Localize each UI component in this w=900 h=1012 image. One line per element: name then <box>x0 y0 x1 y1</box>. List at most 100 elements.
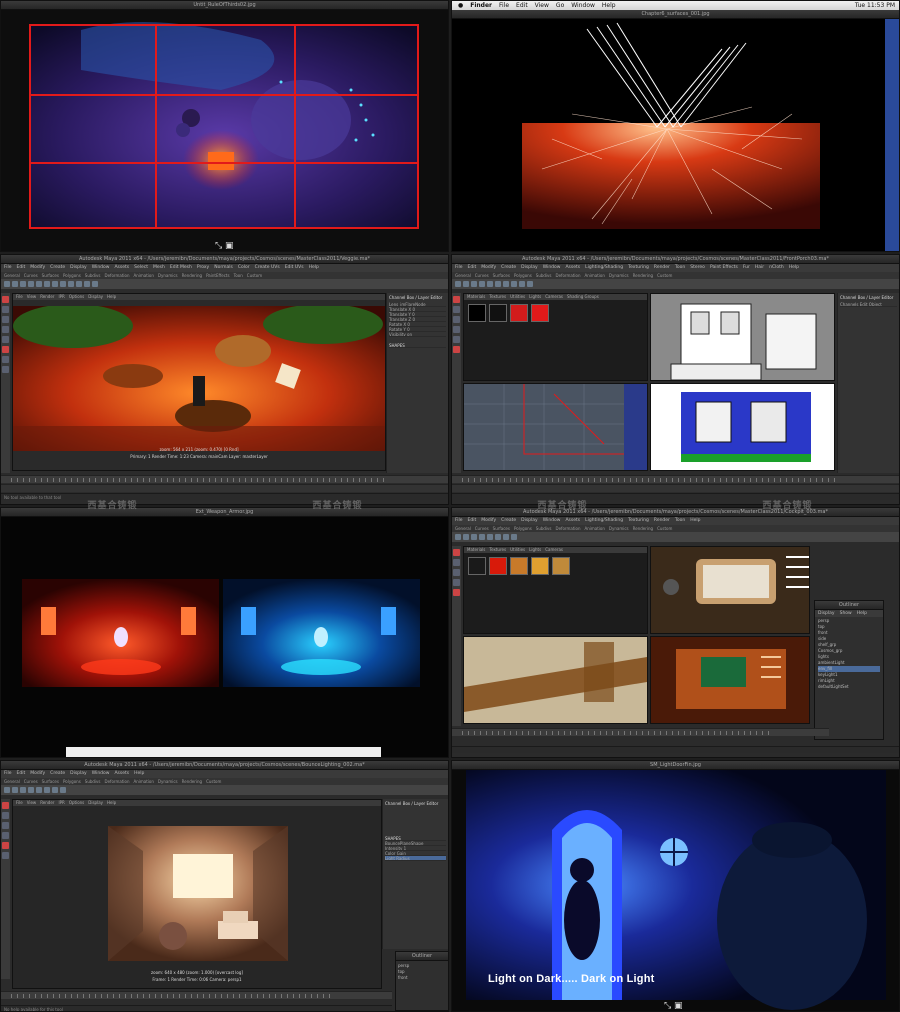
viewport-cockpit-render[interactable] <box>650 546 810 634</box>
menu-help[interactable]: Help <box>602 1 616 10</box>
menu-assets[interactable]: Assets <box>565 264 580 272</box>
time-slider[interactable] <box>452 728 829 736</box>
menu-create[interactable]: Create <box>501 264 516 272</box>
render-view[interactable]: File View Render IPR Options Display Help zoom… <box>12 799 382 989</box>
shelf-tool-icon[interactable] <box>44 787 50 793</box>
menu-go[interactable]: Go <box>556 1 564 10</box>
menu-window[interactable]: Window <box>543 264 561 272</box>
shelf-tool-icon[interactable] <box>479 281 485 287</box>
shelf-tool-icon[interactable] <box>20 787 26 793</box>
shelf-tool-icon[interactable] <box>68 281 74 287</box>
menu-lighting-shading[interactable]: Lighting/Shading <box>585 264 623 272</box>
menu-help[interactable]: Help <box>789 264 799 272</box>
rotate-tool-icon[interactable] <box>2 326 9 333</box>
menu-help[interactable]: Help <box>309 264 319 272</box>
shelf-tool-icon[interactable] <box>52 787 58 793</box>
shelf-tool-icon[interactable] <box>12 281 18 287</box>
menu-texturing[interactable]: Texturing <box>628 264 649 272</box>
hs-tab-textures[interactable]: Textures <box>489 294 506 300</box>
select-tool-icon[interactable] <box>2 296 9 303</box>
menu-fur[interactable]: Fur <box>743 264 750 272</box>
shelf-tool-icon[interactable] <box>28 281 34 287</box>
channel-row[interactable]: Visibility on <box>389 332 446 337</box>
hs-tab-textures[interactable]: Textures <box>489 547 506 553</box>
viewport-porch-render[interactable] <box>650 383 835 471</box>
menu-paint-effects[interactable]: Paint Effects <box>710 264 738 272</box>
outliner-menu-show[interactable]: Show <box>840 610 852 617</box>
rotate-tool-icon[interactable] <box>453 326 460 333</box>
menu-edit[interactable]: Edit <box>468 264 477 272</box>
select-tool-icon[interactable] <box>2 802 9 809</box>
outliner-item[interactable]: defaultLightSet <box>818 684 880 690</box>
scale-tool-icon[interactable] <box>453 579 460 586</box>
menu-render[interactable]: Render <box>654 264 670 272</box>
command-line[interactable] <box>452 746 899 753</box>
lasso-tool-icon[interactable] <box>453 306 460 313</box>
shelf-tool-icon[interactable] <box>503 534 509 540</box>
viewport-graph[interactable] <box>463 383 648 471</box>
outliner-menu-help[interactable]: Help <box>857 610 867 617</box>
material-swatch[interactable] <box>489 304 507 322</box>
outliner-item[interactable]: front <box>398 975 446 981</box>
hs-tab-lights[interactable]: Lights <box>529 294 541 300</box>
shelf-tool-icon[interactable] <box>20 281 26 287</box>
shelf-tool-icon[interactable] <box>463 534 469 540</box>
material-swatch[interactable] <box>468 304 486 322</box>
menu-select[interactable]: Select <box>134 264 148 272</box>
shelf-tool-icon[interactable] <box>455 281 461 287</box>
shelf-tool-icon[interactable] <box>527 281 533 287</box>
channel-row[interactable]: Light Radius <box>385 856 446 861</box>
time-slider[interactable] <box>1 475 448 483</box>
apple-icon[interactable]: ● <box>458 1 463 10</box>
shelf-tab-polygons[interactable]: Polygons <box>63 272 81 279</box>
time-slider[interactable] <box>452 475 899 483</box>
select-tool-icon[interactable] <box>453 296 460 303</box>
render-view[interactable]: File View Render IPR Options Display Help zoom… <box>12 293 386 471</box>
menu-display[interactable]: Display <box>521 264 538 272</box>
menu-assets[interactable]: Assets <box>114 264 129 272</box>
shelf-tool-icon[interactable] <box>495 534 501 540</box>
shelf-tool-icon[interactable] <box>4 787 10 793</box>
fullscreen-icon[interactable]: ⤡ ▣ <box>664 1001 683 1011</box>
menu-edit[interactable]: Edit <box>17 264 26 272</box>
menu-color[interactable]: Color <box>238 264 250 272</box>
viewport-cockpit-render2[interactable] <box>650 636 810 724</box>
scale-tool-icon[interactable] <box>2 336 9 343</box>
menu-edit-uvs[interactable]: Edit UVs <box>285 264 304 272</box>
scale-tool-icon[interactable] <box>453 336 460 343</box>
hs-tab-cameras[interactable]: Cameras <box>545 547 563 553</box>
shelf-tool-icon[interactable] <box>503 281 509 287</box>
shelf-tool-icon[interactable] <box>4 281 10 287</box>
menu-file[interactable]: File <box>499 1 509 10</box>
menu-modify[interactable]: Modify <box>481 264 496 272</box>
hypershade-panel[interactable]: Materials Textures Utilities Lights Came… <box>463 546 648 634</box>
rotate-tool-icon[interactable] <box>2 822 9 829</box>
shelf-tool-icon[interactable] <box>487 534 493 540</box>
layout-icon[interactable] <box>2 852 9 859</box>
select-tool-icon[interactable] <box>453 549 460 556</box>
hs-tab-materials[interactable]: Materials <box>467 294 485 300</box>
viewport-porch-wire[interactable] <box>650 293 835 381</box>
shelf-tool-icon[interactable] <box>471 534 477 540</box>
outliner-menu-display[interactable]: Display <box>818 610 835 617</box>
layout-icon[interactable] <box>453 346 460 353</box>
time-slider[interactable] <box>1 991 392 999</box>
shelf-tool-icon[interactable] <box>12 787 18 793</box>
material-swatch[interactable] <box>468 557 486 575</box>
hs-tab-cameras[interactable]: Cameras <box>545 294 563 300</box>
shelf-tool-icon[interactable] <box>44 281 50 287</box>
shelf-tool-icon[interactable] <box>463 281 469 287</box>
hs-tab-materials[interactable]: Materials <box>467 547 485 553</box>
menu-finder[interactable]: Finder <box>470 1 492 10</box>
shelf-tool-icon[interactable] <box>511 534 517 540</box>
shelf-tool-icon[interactable] <box>519 281 525 287</box>
layout-icon[interactable] <box>2 366 9 373</box>
shelf-tab-custom[interactable]: Custom <box>247 272 262 279</box>
command-line[interactable]: No help available for this tool <box>1 1005 392 1011</box>
material-swatch[interactable] <box>510 557 528 575</box>
shelf-tab-dynamics[interactable]: Dynamics <box>158 272 178 279</box>
shelf-tab-deformation[interactable]: Deformation <box>105 272 130 279</box>
shelf-tool-icon[interactable] <box>455 534 461 540</box>
hs-tab-lights[interactable]: Lights <box>529 547 541 553</box>
shelf-tool-icon[interactable] <box>471 281 477 287</box>
